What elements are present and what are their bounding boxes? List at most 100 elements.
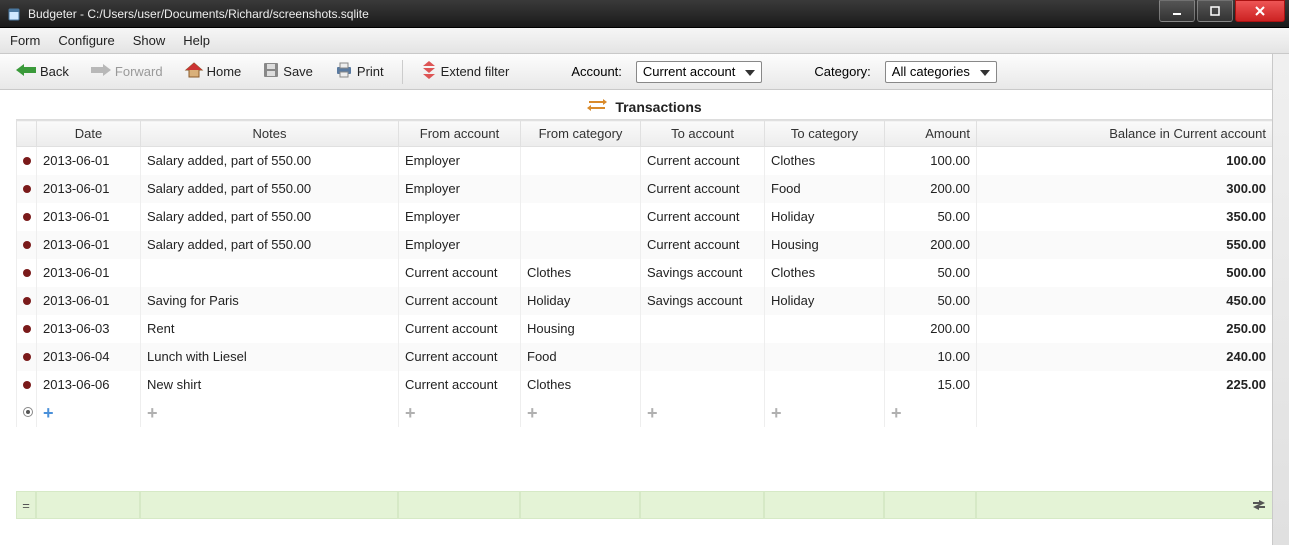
cell-from-category[interactable]: Clothes: [521, 259, 641, 287]
cell-date[interactable]: 2013-06-01: [37, 231, 141, 259]
col-to-account[interactable]: To account: [641, 121, 765, 147]
cell-amount[interactable]: 200.00: [885, 315, 977, 343]
cell-date[interactable]: 2013-06-01: [37, 203, 141, 231]
close-button[interactable]: [1235, 0, 1285, 22]
table-row[interactable]: 2013-06-01Salary added, part of 550.00Em…: [17, 231, 1273, 259]
cell-amount[interactable]: 15.00: [885, 371, 977, 399]
cell-notes[interactable]: Lunch with Liesel: [141, 343, 399, 371]
save-button[interactable]: Save: [259, 60, 317, 83]
cell-amount[interactable]: 200.00: [885, 175, 977, 203]
cell-notes[interactable]: Salary added, part of 550.00: [141, 231, 399, 259]
cell-from-category[interactable]: Housing: [521, 315, 641, 343]
cell-amount[interactable]: 10.00: [885, 343, 977, 371]
print-button[interactable]: Print: [331, 60, 388, 83]
cell-to-category[interactable]: Housing: [765, 231, 885, 259]
table-row[interactable]: 2013-06-06New shirtCurrent accountClothe…: [17, 371, 1273, 399]
cell-to-category[interactable]: [765, 315, 885, 343]
cell-notes[interactable]: [141, 259, 399, 287]
cell-from-category[interactable]: [521, 203, 641, 231]
cell-balance[interactable]: 500.00: [977, 259, 1273, 287]
table-row[interactable]: 2013-06-01Salary added, part of 550.00Em…: [17, 203, 1273, 231]
cell-notes[interactable]: Salary added, part of 550.00: [141, 147, 399, 175]
table-row[interactable]: 2013-06-01Salary added, part of 550.00Em…: [17, 147, 1273, 175]
maximize-button[interactable]: [1197, 0, 1233, 22]
col-from-account[interactable]: From account: [399, 121, 521, 147]
plus-icon[interactable]: +: [43, 403, 54, 423]
cell-date[interactable]: 2013-06-04: [37, 343, 141, 371]
cell-to-account[interactable]: Current account: [641, 147, 765, 175]
cell-notes[interactable]: New shirt: [141, 371, 399, 399]
cell-from-account[interactable]: Employer: [399, 203, 521, 231]
cell-from-account[interactable]: Employer: [399, 231, 521, 259]
table-row[interactable]: 2013-06-01Current accountClothesSavings …: [17, 259, 1273, 287]
extend-filter-button[interactable]: Extend filter: [417, 59, 514, 84]
forward-button[interactable]: Forward: [87, 61, 167, 82]
table-row[interactable]: 2013-06-01Saving for ParisCurrent accoun…: [17, 287, 1273, 315]
back-button[interactable]: Back: [12, 61, 73, 82]
cell-notes[interactable]: Saving for Paris: [141, 287, 399, 315]
cell-from-category[interactable]: [521, 175, 641, 203]
col-marker[interactable]: [17, 121, 37, 147]
cell-to-account[interactable]: Current account: [641, 231, 765, 259]
cell-balance[interactable]: 300.00: [977, 175, 1273, 203]
cell-balance[interactable]: 240.00: [977, 343, 1273, 371]
cell-date[interactable]: 2013-06-01: [37, 147, 141, 175]
plus-icon[interactable]: +: [147, 403, 158, 423]
cell-to-account[interactable]: [641, 371, 765, 399]
cell-amount[interactable]: 50.00: [885, 287, 977, 315]
cell-to-category[interactable]: Clothes: [765, 259, 885, 287]
new-row[interactable]: + + + + + + +: [17, 399, 1273, 427]
plus-icon[interactable]: +: [891, 403, 902, 423]
cell-balance[interactable]: 350.00: [977, 203, 1273, 231]
cell-date[interactable]: 2013-06-03: [37, 315, 141, 343]
minimize-button[interactable]: [1159, 0, 1195, 22]
cell-to-category[interactable]: [765, 343, 885, 371]
menu-show[interactable]: Show: [133, 33, 166, 48]
menu-form[interactable]: Form: [10, 33, 40, 48]
cell-to-category[interactable]: Holiday: [765, 287, 885, 315]
plus-icon[interactable]: +: [647, 403, 658, 423]
collapse-icon[interactable]: [1252, 500, 1266, 510]
vertical-scrollbar[interactable]: [1272, 54, 1289, 545]
cell-from-category[interactable]: [521, 147, 641, 175]
cell-notes[interactable]: Rent: [141, 315, 399, 343]
cell-to-category[interactable]: [765, 371, 885, 399]
col-from-category[interactable]: From category: [521, 121, 641, 147]
plus-icon[interactable]: +: [405, 403, 416, 423]
cell-notes[interactable]: Salary added, part of 550.00: [141, 203, 399, 231]
table-row[interactable]: 2013-06-03RentCurrent accountHousing 200.…: [17, 315, 1273, 343]
cell-to-category[interactable]: Holiday: [765, 203, 885, 231]
col-amount[interactable]: Amount: [885, 121, 977, 147]
cell-balance[interactable]: 250.00: [977, 315, 1273, 343]
cell-from-account[interactable]: Current account: [399, 287, 521, 315]
cell-balance[interactable]: 225.00: [977, 371, 1273, 399]
cell-to-category[interactable]: Food: [765, 175, 885, 203]
cell-to-account[interactable]: Savings account: [641, 287, 765, 315]
cell-to-account[interactable]: Savings account: [641, 259, 765, 287]
cell-balance[interactable]: 100.00: [977, 147, 1273, 175]
cell-date[interactable]: 2013-06-01: [37, 287, 141, 315]
col-to-category[interactable]: To category: [765, 121, 885, 147]
plus-icon[interactable]: +: [527, 403, 538, 423]
cell-date[interactable]: 2013-06-06: [37, 371, 141, 399]
cell-from-account[interactable]: Current account: [399, 315, 521, 343]
cell-to-account[interactable]: Current account: [641, 175, 765, 203]
cell-to-account[interactable]: [641, 343, 765, 371]
cell-to-account[interactable]: [641, 315, 765, 343]
cell-to-category[interactable]: Clothes: [765, 147, 885, 175]
cell-notes[interactable]: Salary added, part of 550.00: [141, 175, 399, 203]
cell-from-category[interactable]: Holiday: [521, 287, 641, 315]
cell-from-category[interactable]: Clothes: [521, 371, 641, 399]
account-combo[interactable]: Current account: [636, 61, 763, 83]
cell-from-category[interactable]: Food: [521, 343, 641, 371]
cell-from-account[interactable]: Current account: [399, 343, 521, 371]
col-date[interactable]: Date: [37, 121, 141, 147]
cell-amount[interactable]: 200.00: [885, 231, 977, 259]
category-combo[interactable]: All categories: [885, 61, 997, 83]
menu-configure[interactable]: Configure: [58, 33, 114, 48]
plus-icon[interactable]: +: [771, 403, 782, 423]
cell-amount[interactable]: 100.00: [885, 147, 977, 175]
menu-help[interactable]: Help: [183, 33, 210, 48]
col-notes[interactable]: Notes: [141, 121, 399, 147]
cell-to-account[interactable]: Current account: [641, 203, 765, 231]
